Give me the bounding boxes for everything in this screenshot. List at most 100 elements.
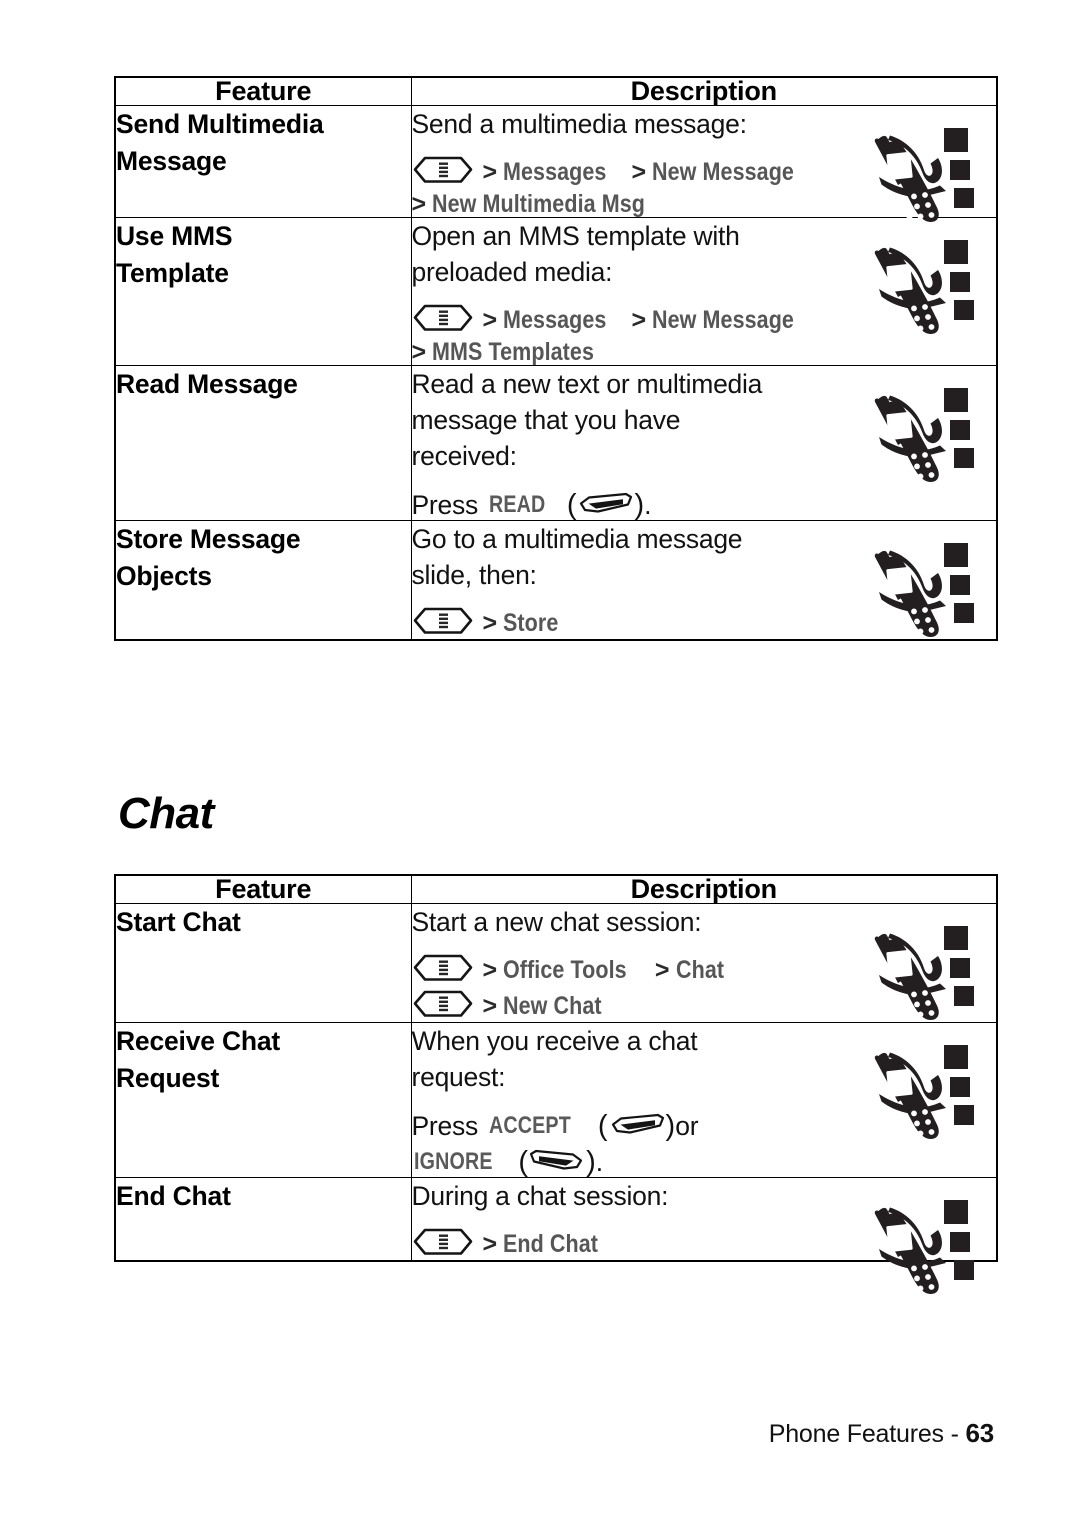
- menu-key-icon: [412, 1228, 474, 1260]
- description-cell: When you receive a chat request: Press ACCE…: [410, 1022, 998, 1179]
- menu-path-group: > End Chat: [412, 1228, 847, 1260]
- menu-path-group: > Office Tools > Chat > New Chat: [412, 954, 847, 1022]
- chat-feature-table: Feature Description Start Chat Start a ne…: [114, 874, 998, 1295]
- description-cell: Send a multimedia message: > Messages > New …: [410, 104, 998, 222]
- menu-path-segment[interactable]: MMS Templates: [432, 340, 594, 365]
- menu-path-lead-icon[interactable]: [412, 607, 474, 639]
- softkey-glyph[interactable]: [576, 490, 634, 520]
- feature-name-line: Start Chat: [116, 907, 241, 937]
- menu-path-segment[interactable]: New Chat: [503, 993, 602, 1019]
- menu-path-lead-icon[interactable]: [412, 990, 474, 1022]
- menu-path-segment[interactable]: Messages: [503, 159, 606, 185]
- column-header-feature: Feature: [114, 874, 412, 904]
- menu-path-caret-icon: >: [482, 608, 498, 637]
- menu-path-lead-icon[interactable]: [412, 1228, 474, 1260]
- section-heading-chat: Chat: [118, 789, 214, 838]
- table-header-row: Feature Description: [114, 76, 998, 106]
- menu-key-icon: [412, 156, 474, 188]
- left-softkey-icon: [608, 1111, 666, 1141]
- paren-open: (: [518, 1146, 529, 1179]
- left-softkey-icon: [576, 490, 634, 520]
- press-prefix-label: Press: [411, 1110, 479, 1141]
- menu-path-segment[interactable]: New Message: [652, 159, 794, 185]
- mms-phone-icon: [854, 1035, 978, 1159]
- press-key-instruction: Press ACCEPT () or: [412, 1111, 847, 1141]
- description-line: received:: [411, 441, 518, 472]
- press-prefix-label: Press: [411, 489, 479, 520]
- description-line: Open an MMS template with: [411, 221, 740, 252]
- press-key-instruction: IGNORE ().: [412, 1147, 847, 1177]
- table-row: End Chat During a chat session: > End Chat: [114, 1177, 998, 1295]
- menu-path-group: > Messages > New Message > MMS Templates: [412, 304, 847, 365]
- menu-path-lead-icon[interactable]: [412, 954, 474, 986]
- menu-key-icon: [412, 990, 474, 1022]
- feature-name-cell: Receive Chat Request: [114, 1022, 412, 1179]
- column-header-feature: Feature: [114, 76, 412, 106]
- description-line: Go to a multimedia message: [411, 524, 743, 555]
- menu-path-caret-icon: >: [482, 157, 498, 186]
- description-line: message that you have: [411, 405, 681, 436]
- table-header-row: Feature Description: [114, 874, 998, 904]
- messaging-table-body: Send Multimedia Message Send a multimedia …: [114, 104, 998, 641]
- page-number: 63: [965, 1418, 994, 1448]
- menu-path-segment[interactable]: Messages: [503, 307, 606, 333]
- menu-path-lead-icon[interactable]: [412, 156, 474, 188]
- menu-path-segment[interactable]: Chat: [676, 957, 724, 983]
- menu-path-line: > Store: [412, 607, 847, 639]
- description-line: Send a multimedia message:: [411, 109, 747, 139]
- feature-name-cell: Use MMS Template: [114, 217, 412, 367]
- description-cell: Read a new text or multimedia message tha…: [410, 365, 998, 522]
- messaging-feature-table: Feature Description Send Multimedia Messa…: [114, 76, 998, 642]
- menu-path-caret-icon: >: [482, 955, 498, 984]
- description-text: Send a multimedia message:: [412, 106, 847, 142]
- mms-phone-icon: [854, 1190, 978, 1314]
- description-text: Go to a multimedia message slide, then:: [412, 521, 847, 593]
- description-text: During a chat session:: [412, 1178, 847, 1214]
- paren-close: ): [586, 1146, 596, 1179]
- softkey-glyph[interactable]: [608, 1111, 666, 1141]
- menu-path-segment[interactable]: End Chat: [503, 1231, 598, 1257]
- description-text: Read a new text or multimedia message tha…: [412, 366, 847, 474]
- description-line: preloaded media:: [411, 257, 613, 288]
- feature-name-cell: Start Chat: [114, 902, 412, 1024]
- press-suffix-label: .: [595, 1146, 603, 1177]
- menu-path-segment[interactable]: Office Tools: [503, 957, 627, 983]
- menu-path-segment[interactable]: New Multimedia Msg: [432, 192, 645, 217]
- description-text: Start a new chat session:: [412, 904, 847, 940]
- paren-close: ): [665, 1110, 676, 1143]
- feature-name-cell: Read Message: [114, 365, 412, 522]
- softkey-label[interactable]: ACCEPT: [489, 1114, 571, 1138]
- softkey-label[interactable]: READ: [489, 493, 545, 517]
- description-cell: Go to a multimedia message slide, then: > S…: [410, 520, 998, 641]
- description-text: When you receive a chat request:: [412, 1023, 847, 1095]
- menu-key-icon: [412, 607, 474, 639]
- paren-open: (: [597, 1110, 608, 1143]
- feature-name-line: End Chat: [116, 1181, 231, 1212]
- press-suffix-label: .: [644, 489, 652, 520]
- menu-path-segment[interactable]: New Message: [652, 307, 794, 333]
- footer-label: Phone Features -: [768, 1420, 959, 1448]
- description-line: During a chat session:: [411, 1181, 669, 1212]
- menu-path-caret-icon: >: [654, 955, 670, 984]
- feature-name-line: Store Message: [116, 524, 301, 555]
- menu-path-lead-icon[interactable]: [412, 304, 474, 336]
- description-text: Open an MMS template with preloaded media…: [412, 218, 847, 290]
- menu-key-icon: [412, 304, 474, 336]
- feature-name-line: Objects: [116, 560, 212, 591]
- menu-path-caret-icon: >: [631, 157, 647, 186]
- feature-name-line: Template: [116, 257, 229, 288]
- feature-name-line: Send Multimedia: [116, 109, 324, 139]
- menu-path-segment[interactable]: Store: [503, 610, 558, 636]
- description-line: Start a new chat session:: [411, 907, 702, 937]
- softkey-glyph[interactable]: [528, 1147, 586, 1177]
- menu-path-caret-icon: >: [631, 305, 647, 334]
- feature-name-line: Use MMS: [116, 221, 233, 252]
- feature-name-cell: End Chat: [114, 1177, 412, 1262]
- feature-name-line: Request: [116, 1062, 220, 1093]
- table-row: Send Multimedia Message Send a multimedia …: [114, 104, 998, 222]
- feature-name-cell: Send Multimedia Message: [114, 104, 412, 219]
- menu-path-caret-icon: >: [411, 190, 427, 219]
- menu-path-caret-icon: >: [482, 305, 498, 334]
- right-softkey-icon: [528, 1147, 586, 1177]
- softkey-label[interactable]: IGNORE: [414, 1150, 493, 1174]
